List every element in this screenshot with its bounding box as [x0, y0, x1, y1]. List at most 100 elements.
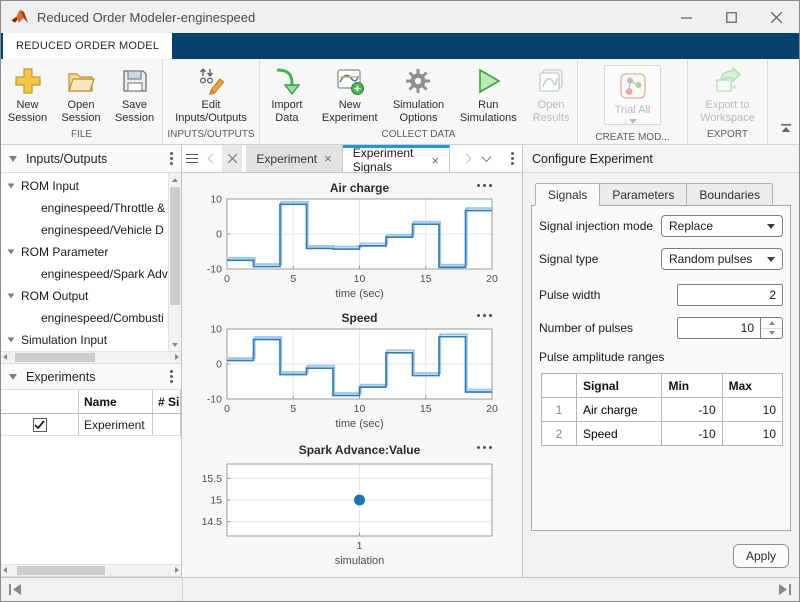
spinner-up-icon[interactable] [761, 318, 782, 329]
tree-horizontal-scrollbar[interactable] [1, 351, 181, 364]
scroll-left-icon[interactable] [3, 567, 7, 573]
tree-item-throttle[interactable]: enginespeed/Throttle & [1, 197, 168, 219]
svg-text:15: 15 [210, 495, 222, 507]
section-menu-icon[interactable] [170, 375, 173, 378]
chart-options-icon[interactable] [477, 314, 492, 317]
tab-experiment[interactable]: Experiment × [246, 145, 342, 172]
signal-type-dropdown[interactable]: Random pulses [661, 248, 783, 270]
experiments-section-header[interactable]: Experiments [1, 364, 181, 390]
open-session-button[interactable]: Open Session [54, 64, 108, 128]
inputs-outputs-section-header[interactable]: Inputs/Outputs [1, 145, 181, 173]
tree-item-simulation-input[interactable]: Simulation Input [1, 329, 168, 351]
experiment-table-row[interactable]: Experiment [1, 414, 181, 436]
signal-cell[interactable]: Air charge [576, 398, 662, 422]
edit-inputs-outputs-button[interactable]: Edit Inputs/Outputs [164, 64, 259, 128]
toolstrip: New Session Open Session Save Sessi [1, 59, 799, 145]
spark-advance-plot: 114.51515.5Spark Advance:Valuesimulation [184, 441, 520, 567]
apply-button[interactable]: Apply [733, 544, 789, 568]
new-session-button[interactable]: New Session [1, 64, 54, 128]
tree-item-rom-output[interactable]: ROM Output [1, 285, 168, 307]
configure-experiment-panel: Configure Experiment Signals Parameters … [523, 145, 799, 577]
tree-item-rom-input[interactable]: ROM Input [1, 175, 168, 197]
document-tab-bar: Experiment × Experiment Signals × [182, 145, 522, 173]
signal-cell[interactable]: Speed [576, 422, 662, 446]
chart-options-icon[interactable] [477, 184, 492, 187]
ribbon-tab-reduced-order-model[interactable]: REDUCED ORDER MODEL [3, 33, 172, 59]
expander-icon[interactable] [8, 183, 15, 188]
import-data-button[interactable]: Import Data [260, 64, 314, 128]
model-network-icon [618, 71, 648, 101]
number-of-pulses-input[interactable] [677, 317, 761, 339]
expander-icon[interactable] [8, 249, 15, 254]
tab-list-menu-icon[interactable] [182, 145, 202, 172]
tabbar-menu-icon[interactable] [502, 145, 522, 172]
column-name: Name [79, 390, 153, 413]
close-document-icon[interactable] [222, 145, 242, 172]
spinner-down-icon[interactable] [761, 329, 782, 339]
scroll-left-icon[interactable] [3, 354, 7, 360]
svg-text:10: 10 [210, 324, 222, 336]
svg-text:Spark Advance:Value: Spark Advance:Value [299, 443, 421, 457]
experiment-name-cell[interactable]: Experiment [79, 414, 153, 435]
tab-overflow-icon[interactable] [476, 145, 496, 172]
check-icon [34, 420, 45, 430]
expander-icon[interactable] [8, 337, 15, 342]
close-tab-icon[interactable]: × [432, 154, 440, 167]
chart-options-icon[interactable] [477, 446, 492, 449]
scrollbar-thumb[interactable] [17, 566, 105, 575]
simulation-options-button[interactable]: Simulation Options [386, 64, 452, 128]
close-tab-icon[interactable]: × [324, 152, 332, 165]
expander-icon[interactable] [8, 293, 15, 298]
run-simulations-button[interactable]: Run Simulations [451, 64, 525, 128]
collapse-left-panel-button[interactable] [8, 583, 23, 601]
close-button[interactable] [754, 1, 799, 33]
maximize-button[interactable] [709, 1, 754, 33]
signal-injection-mode-dropdown[interactable]: Replace [661, 215, 783, 237]
table-row: 2 Speed -10 10 [542, 422, 783, 446]
new-experiment-button[interactable]: New Experiment [314, 64, 386, 128]
svg-text:5: 5 [290, 273, 296, 285]
svg-text:20: 20 [486, 273, 498, 285]
min-cell[interactable]: -10 [662, 398, 722, 422]
section-menu-icon[interactable] [170, 157, 173, 160]
scrollbar-thumb[interactable] [15, 353, 95, 362]
tree-item-vehicle[interactable]: enginespeed/Vehicle D [1, 219, 168, 241]
collapse-section-icon[interactable] [9, 374, 17, 380]
experiment-checkbox[interactable] [33, 418, 47, 432]
min-cell[interactable]: -10 [662, 422, 722, 446]
pulse-width-input[interactable] [677, 284, 783, 306]
scroll-up-icon[interactable] [169, 173, 181, 186]
tree-item-rom-parameter[interactable]: ROM Parameter [1, 241, 168, 263]
collapse-right-panel-button[interactable] [777, 583, 792, 601]
trial-all-button[interactable]: Trial All [604, 65, 662, 125]
tree-item-combustion[interactable]: enginespeed/Combusti [1, 307, 168, 329]
max-cell[interactable]: 10 [722, 398, 782, 422]
tree-vertical-scrollbar[interactable] [168, 173, 181, 351]
trial-all-dropdown-arrow[interactable] [625, 119, 641, 124]
group-label-create-model: CREATE MOD... [578, 131, 687, 144]
save-session-button[interactable]: Save Session [108, 64, 161, 128]
scroll-down-icon[interactable] [169, 338, 181, 351]
collapse-toolstrip-button[interactable] [780, 120, 792, 138]
max-cell[interactable]: 10 [722, 422, 782, 446]
tab-boundaries[interactable]: Boundaries [686, 183, 773, 206]
open-results-button[interactable]: Open Results [525, 64, 577, 128]
collapse-section-icon[interactable] [9, 156, 17, 162]
tab-experiment-signals[interactable]: Experiment Signals × [343, 145, 450, 172]
speed-chart: 05101520-10010Speedtime (sec) [184, 309, 522, 440]
scroll-right-icon[interactable] [175, 567, 179, 573]
svg-text:5: 5 [290, 403, 296, 415]
tab-signals[interactable]: Signals [535, 183, 600, 206]
experiments-horizontal-scrollbar[interactable] [1, 564, 181, 577]
scrollbar-thumb[interactable] [170, 187, 180, 305]
scroll-right-icon[interactable] [175, 354, 179, 360]
export-to-workspace-button[interactable]: Export to Workspace [689, 64, 767, 128]
gear-icon [403, 66, 433, 96]
scroll-tabs-right-icon[interactable] [456, 145, 476, 172]
tree-item-spark-advance[interactable]: enginespeed/Spark Adv [1, 263, 168, 285]
svg-text:-10: -10 [207, 394, 222, 406]
minimize-button[interactable] [664, 1, 709, 33]
number-of-pulses-stepper[interactable] [761, 317, 783, 339]
scroll-tabs-left-icon[interactable] [202, 145, 222, 172]
tab-parameters[interactable]: Parameters [599, 183, 687, 206]
